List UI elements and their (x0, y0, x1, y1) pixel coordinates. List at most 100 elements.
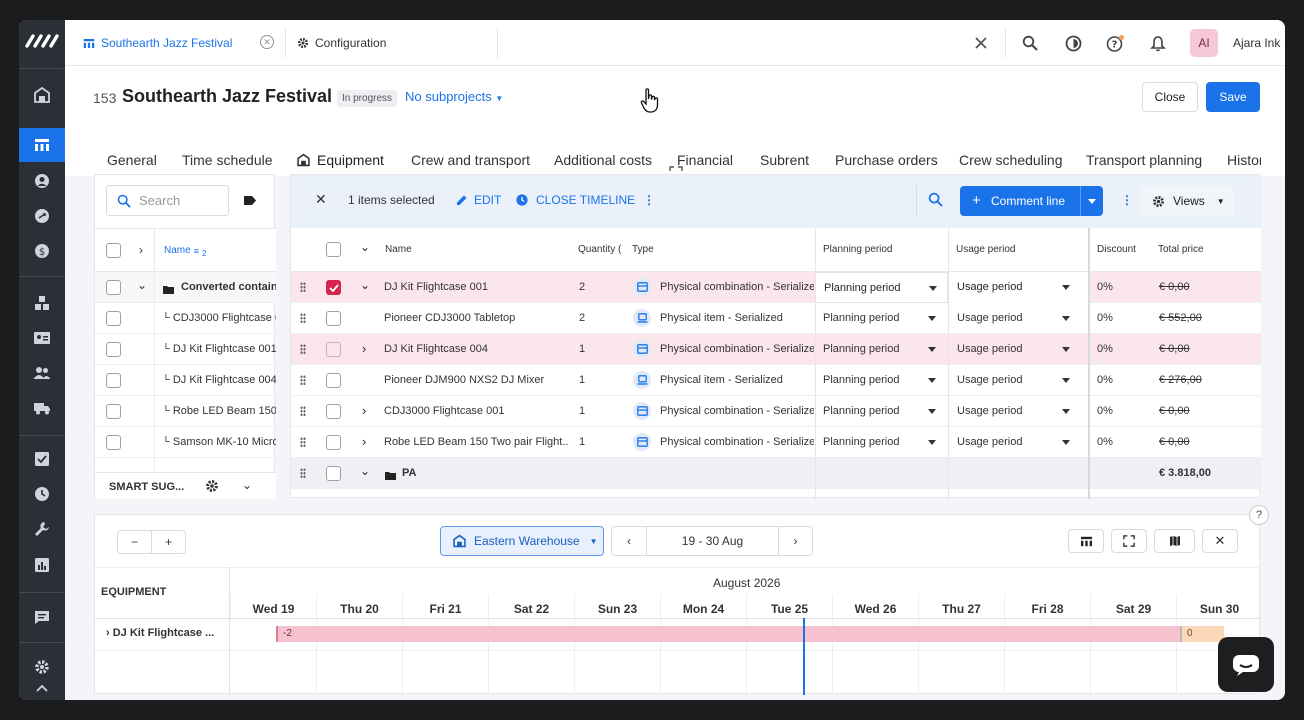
chevron-down-icon[interactable] (928, 316, 936, 321)
table-row[interactable]: ⌄ DJ Kit Flightcase 001 2 Physical combi… (291, 272, 1261, 303)
availability-bar[interactable]: -2 (276, 626, 1180, 642)
column-planning-period[interactable]: Planning period (823, 244, 893, 255)
drag-handle-icon[interactable] (300, 437, 306, 447)
tab-equipment[interactable]: Equipment (296, 152, 384, 168)
item-discount[interactable]: 0% (1097, 374, 1113, 386)
close-timeline-icon[interactable]: ✕ (1202, 529, 1238, 553)
drag-handle-icon[interactable] (300, 313, 306, 323)
item-quantity[interactable]: 1 (579, 436, 585, 448)
warehouse-nav-icon[interactable] (19, 78, 65, 112)
previous-period-button[interactable]: ‹ (611, 526, 647, 556)
map-icon[interactable] (1154, 529, 1195, 553)
row-checkbox[interactable] (106, 280, 121, 295)
planning-period-select[interactable]: Planning period (815, 272, 948, 303)
expand-all-icon[interactable]: ⌄ (360, 240, 370, 254)
chevron-down-icon[interactable] (1062, 378, 1070, 383)
tasks-nav-icon[interactable] (19, 442, 65, 476)
comment-line-button[interactable]: + Comment line (960, 186, 1103, 216)
item-quantity[interactable]: 2 (579, 312, 585, 324)
collapse-up-icon[interactable] (19, 676, 65, 700)
save-button[interactable]: Save (1206, 82, 1260, 112)
smart-suggestions-label[interactable]: SMART SUG... (109, 481, 184, 493)
usage-period-select[interactable]: Usage period (957, 312, 1022, 324)
tree-row[interactable]: └ Robe LED Beam 150 Tw (95, 396, 276, 427)
search-icon[interactable] (1019, 32, 1041, 54)
tab-project[interactable]: Southearth Jazz Festival (83, 20, 232, 66)
help-icon[interactable]: ? (1104, 32, 1126, 54)
chevron-down-icon[interactable] (1062, 440, 1070, 445)
tree-row[interactable]: └ DJ Kit Flightcase 004 (95, 365, 276, 396)
theme-icon[interactable] (1062, 32, 1084, 54)
column-quantity[interactable]: Quantity ( (578, 244, 624, 255)
tab-additional-costs[interactable]: Additional costs (554, 152, 652, 168)
item-quantity[interactable]: 2 (579, 281, 585, 293)
messages-nav-icon[interactable] (19, 600, 65, 634)
row-checkbox[interactable] (326, 311, 341, 326)
wrench-nav-icon[interactable] (19, 512, 65, 546)
row-checkbox[interactable] (106, 404, 121, 419)
views-dropdown[interactable]: Views ▼ (1140, 186, 1234, 216)
chevron-down-icon[interactable] (928, 378, 936, 383)
row-checkbox[interactable] (106, 373, 121, 388)
tree-row[interactable]: └ Samson MK-10 Microp (95, 427, 276, 458)
tab-crew-and-transport[interactable]: Crew and transport (411, 152, 530, 168)
tab-time-schedule[interactable]: Time schedule (182, 152, 273, 168)
item-discount[interactable]: 0% (1097, 405, 1113, 417)
usage-period-select[interactable]: Usage period (957, 436, 1022, 448)
tab-financial[interactable]: Financial (677, 152, 733, 168)
search-icon[interactable] (928, 192, 943, 210)
reports-nav-icon[interactable] (19, 548, 65, 582)
subprojects-dropdown[interactable]: No subprojects ▼ (405, 89, 503, 104)
zoom-in-button[interactable]: + (151, 530, 186, 554)
item-discount[interactable]: 0% (1097, 343, 1113, 355)
chevron-down-icon[interactable] (928, 347, 936, 352)
planning-period-select[interactable]: Planning period (823, 436, 899, 448)
usage-period-select[interactable]: Usage period (957, 343, 1022, 355)
truck-nav-icon[interactable] (19, 391, 65, 425)
item-quantity[interactable]: 1 (579, 343, 585, 355)
table-row[interactable]: Pioneer DJM900 NXS2 DJ Mixer 1 Physical … (291, 365, 1261, 396)
help-icon[interactable]: ? (1249, 505, 1269, 525)
tab-configuration[interactable]: Configuration (297, 20, 386, 66)
row-checkbox[interactable] (106, 311, 121, 326)
close-button[interactable]: Close (1142, 82, 1198, 112)
row-checkbox[interactable] (326, 342, 341, 357)
row-checkbox[interactable] (326, 466, 341, 481)
drag-handle-icon[interactable] (300, 406, 306, 416)
chevron-down-icon[interactable] (1062, 316, 1070, 321)
contacts-nav-icon[interactable] (19, 164, 65, 198)
chevron-down-icon[interactable] (1062, 409, 1070, 414)
crew-card-nav-icon[interactable] (19, 321, 65, 355)
gear-icon[interactable] (205, 479, 219, 496)
item-quantity[interactable]: 1 (579, 405, 585, 417)
chevron-right-icon[interactable]: › (362, 434, 366, 449)
column-type[interactable]: Type (632, 244, 654, 255)
planning-period-select[interactable]: Planning period (823, 405, 899, 417)
usage-period-select[interactable]: Usage period (957, 374, 1022, 386)
chevron-down-icon[interactable]: ⌄ (242, 478, 252, 492)
tab-transport-planning[interactable]: Transport planning (1086, 152, 1202, 168)
edit-button[interactable]: EDIT (456, 193, 501, 207)
column-name[interactable]: Name (385, 244, 412, 255)
planning-period-select[interactable]: Planning period (823, 312, 899, 324)
planning-period-select[interactable]: Planning period (823, 374, 899, 386)
column-discount[interactable]: Discount (1097, 244, 1136, 255)
transfers-nav-icon[interactable] (19, 199, 65, 233)
drag-handle-icon[interactable] (300, 282, 306, 292)
row-checkbox[interactable] (326, 373, 341, 388)
row-checkbox[interactable] (326, 435, 341, 450)
row-checkbox[interactable] (326, 404, 341, 419)
close-timeline-button[interactable]: CLOSE TIMELINE (516, 193, 635, 207)
tab-purchase-orders[interactable]: Purchase orders (835, 152, 938, 168)
usage-period-select[interactable]: Usage period (957, 405, 1022, 417)
close-x-icon[interactable] (970, 32, 992, 54)
inventory-nav-icon[interactable] (19, 286, 65, 320)
chevron-down-icon[interactable]: ⌄ (137, 278, 147, 292)
bell-icon[interactable] (1147, 32, 1169, 54)
chevron-down-icon[interactable] (928, 440, 936, 445)
fullscreen-icon[interactable] (1111, 529, 1147, 553)
column-total-price[interactable]: Total price (1158, 244, 1204, 255)
user-name[interactable]: Ajara Ink (1233, 36, 1280, 50)
chevron-right-icon[interactable]: › (139, 243, 143, 257)
search-box[interactable]: Search (106, 185, 229, 216)
